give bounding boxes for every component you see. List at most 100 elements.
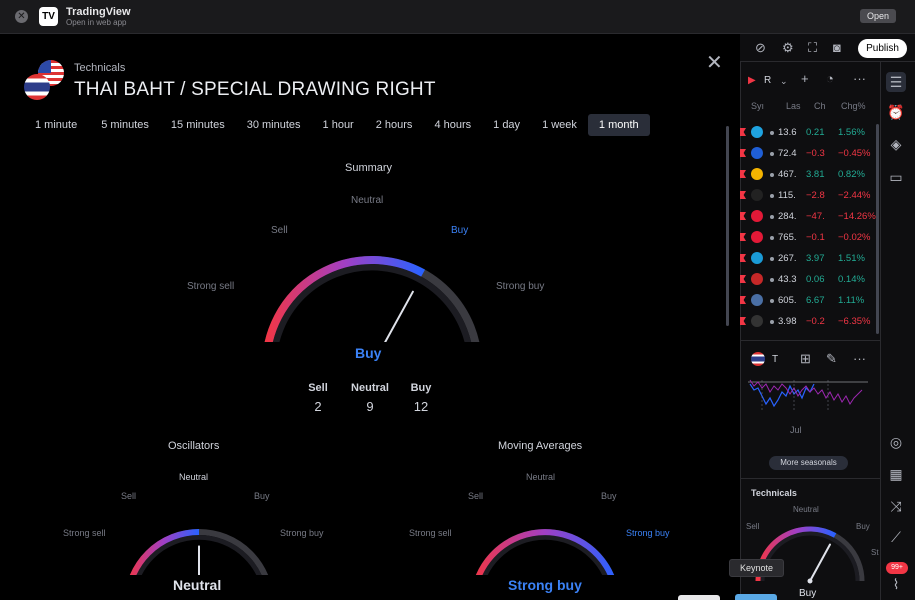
alarm-clock-icon[interactable]: ⏰: [886, 102, 906, 122]
publish-button[interactable]: Publish: [858, 39, 907, 58]
broadcast-icon[interactable]: ⌇: [886, 574, 906, 594]
chevron-down-icon[interactable]: ⌄: [780, 74, 788, 88]
close-icon[interactable]: ✕: [15, 10, 28, 23]
status-dot: [770, 215, 774, 219]
calendar-icon[interactable]: ▦: [886, 464, 906, 484]
mini-gauge-result: Buy: [799, 588, 817, 599]
watchlist-row[interactable]: 284. −47. −14.26%: [740, 206, 876, 227]
flag-icon[interactable]: [740, 128, 746, 136]
flag-icon[interactable]: [740, 212, 746, 220]
flag-icon[interactable]: [740, 275, 746, 283]
settings-icon[interactable]: ⚙: [782, 41, 794, 55]
mini-gauge-hub: [807, 578, 813, 584]
dialog-scrollbar[interactable]: [726, 126, 729, 326]
edit-icon[interactable]: ✎: [826, 352, 837, 366]
moving-averages-label-strong-sell: Strong sell: [409, 528, 452, 538]
panel-divider: [740, 478, 880, 479]
more-icon[interactable]: ···: [853, 72, 866, 86]
grid-icon[interactable]: ⊞: [800, 352, 811, 366]
technicals-section-title[interactable]: Technicals: [751, 488, 797, 498]
fullscreen-icon[interactable]: ⛶: [808, 41, 817, 55]
tab-1-minute[interactable]: 1 minute: [24, 114, 88, 136]
watchlist-row[interactable]: 72.4 −0.3 −0.45%: [740, 143, 875, 164]
detail-symbol[interactable]: T: [772, 354, 778, 365]
flag-icon[interactable]: [740, 317, 746, 325]
watchlist-row[interactable]: 267. 3.97 1.51%: [740, 248, 875, 269]
flag-icon[interactable]: [740, 254, 746, 262]
layers-icon[interactable]: ◈: [886, 134, 906, 154]
tab-1-week[interactable]: 1 week: [531, 114, 588, 136]
cloud-icon: [751, 252, 763, 264]
dock-app-icon[interactable]: [678, 595, 720, 600]
target-icon[interactable]: ◎: [886, 432, 906, 452]
moving-averages-result: Strong buy: [508, 577, 582, 593]
watchlist-row[interactable]: 605. 6.67 1.11%: [740, 290, 875, 311]
msft-icon: [751, 168, 763, 180]
watchlist-row[interactable]: 115. −2.8 −2.44%: [740, 185, 875, 206]
column-change[interactable]: Ch: [814, 101, 826, 111]
flag-icon[interactable]: [740, 170, 746, 178]
watchlist-name[interactable]: R: [764, 75, 771, 86]
check-icon: [751, 273, 763, 285]
last-price: 115.: [778, 190, 796, 201]
thailand-flag-icon: [751, 352, 765, 366]
change: 3.97: [806, 253, 825, 264]
watchlist-row[interactable]: 43.3 0.06 0.14%: [740, 269, 875, 290]
pie-chart-icon[interactable]: ◔: [826, 72, 834, 86]
watchlist-scrollbar[interactable]: [876, 124, 879, 334]
camera-icon[interactable]: ◙: [833, 41, 841, 55]
globe-icon: [751, 294, 763, 306]
strategy-icon[interactable]: ⤨: [886, 496, 906, 516]
arrow-icon: [751, 189, 763, 201]
interval-tabs: 1 minute 5 minutes 15 minutes 30 minutes…: [24, 114, 650, 136]
change-percent: 1.11%: [838, 295, 865, 306]
watchlist-row[interactable]: 13.6 0.21 1.56%: [740, 122, 875, 143]
paypal-icon: [751, 147, 763, 159]
mini-gauge-strong-buy: St: [871, 548, 879, 557]
status-dot: [770, 278, 774, 282]
watchlist-row[interactable]: 765. −0.1 −0.02%: [740, 227, 875, 248]
column-change-percent[interactable]: Chg%: [841, 101, 866, 111]
tab-2-hours[interactable]: 2 hours: [365, 114, 424, 136]
status-dot: [770, 257, 774, 261]
last-price: 605.: [778, 295, 797, 306]
tab-5-minutes[interactable]: 5 minutes: [90, 114, 160, 136]
magnifier-icon[interactable]: ⊘: [755, 41, 766, 55]
more-seasonals-button[interactable]: More seasonals: [769, 456, 848, 470]
technicals-dialog: Technicals THAI BAHT / SPECIAL DRAWING R…: [2, 36, 738, 600]
watchlist-row[interactable]: 467. 3.81 0.82%: [740, 164, 875, 185]
flag-icon[interactable]: [740, 296, 746, 304]
last-price: 765.: [778, 232, 797, 243]
summary-label-sell: Sell: [271, 225, 288, 236]
tab-1-hour[interactable]: 1 hour: [312, 114, 365, 136]
flag-icon[interactable]: [740, 149, 746, 157]
status-dot: [770, 299, 774, 303]
q-icon: [751, 315, 763, 327]
flag-icon[interactable]: [740, 191, 746, 199]
chart-icon[interactable]: ⟋: [886, 527, 906, 547]
column-symbol[interactable]: Syı: [751, 101, 764, 111]
change: −0.3: [806, 148, 825, 159]
more-icon[interactable]: ···: [853, 352, 866, 366]
status-dot: [770, 320, 774, 324]
tab-15-minutes[interactable]: 15 minutes: [160, 114, 236, 136]
tab-4-hours[interactable]: 4 hours: [423, 114, 482, 136]
flag-icon[interactable]: ▶: [748, 74, 756, 88]
tab-30-minutes[interactable]: 30 minutes: [236, 114, 312, 136]
open-button[interactable]: Open: [860, 9, 896, 23]
add-icon[interactable]: +: [801, 72, 809, 86]
tab-1-month[interactable]: 1 month: [587, 114, 650, 136]
chat-icon[interactable]: ▭: [886, 167, 906, 187]
ring-icon: [751, 231, 763, 243]
flag-icon[interactable]: [740, 233, 746, 241]
watchlist-row[interactable]: 3.98 −0.2 −6.35%: [740, 311, 875, 332]
close-icon[interactable]: ✕: [706, 50, 723, 75]
summary-count-neutral-value: 9: [366, 399, 374, 414]
moving-averages-label-neutral: Neutral: [526, 472, 556, 482]
tab-1-day[interactable]: 1 day: [482, 114, 531, 136]
moving-averages-gauge-inner-ring: [482, 535, 608, 575]
watchlist-icon[interactable]: ☰: [886, 72, 906, 92]
dock-app-icon[interactable]: [735, 594, 777, 600]
column-last[interactable]: Las: [786, 101, 801, 111]
notification-badge[interactable]: 99+: [886, 562, 908, 574]
